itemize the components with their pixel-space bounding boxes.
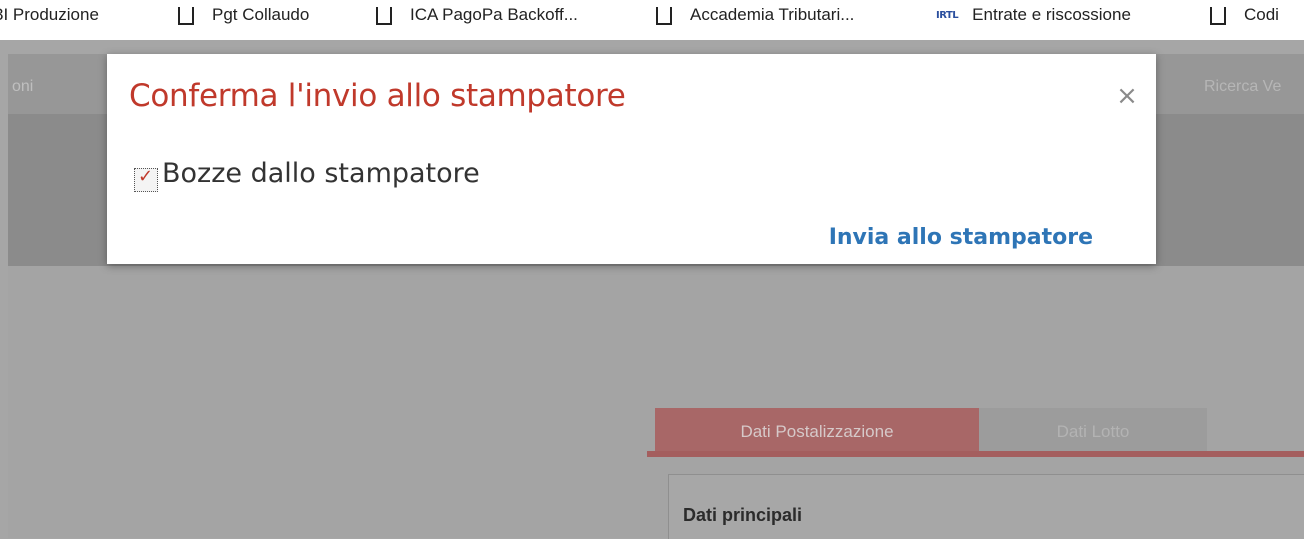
bookmark-3i-produzione[interactable]: 3I Produzione <box>0 5 99 25</box>
send-to-printer-button[interactable]: Invia allo stampatore <box>829 225 1093 250</box>
bookmark-label: Entrate e riscossione <box>972 5 1131 24</box>
bozze-checkbox-row[interactable]: ✓ Bozze dallo stampatore <box>134 158 480 192</box>
tab-dati-lotto[interactable]: Dati Lotto <box>979 408 1207 456</box>
bookmark-label: Codi <box>1244 5 1279 24</box>
bookmark-label: Accademia Tributari... <box>690 5 855 24</box>
irtl-logo-icon: IRTL <box>936 9 959 21</box>
tab-label: Dati Lotto <box>1056 422 1130 441</box>
nav-item-ricerca[interactable]: Ricerca Ve <box>1204 78 1281 96</box>
checkmark-icon: ✓ <box>138 165 154 187</box>
close-icon[interactable]: × <box>1115 82 1139 110</box>
nav-item-left[interactable]: oni <box>12 78 33 96</box>
tab-label: Dati Postalizzazione <box>740 422 894 441</box>
bookmark-folder-icon <box>376 7 392 25</box>
bookmark-accademia-tributaria[interactable]: Accademia Tributari... <box>656 5 854 25</box>
dialog-title: Conferma l'invio allo stampatore <box>129 78 626 114</box>
bookmark-codi[interactable]: Codi <box>1210 5 1279 25</box>
bozze-checkbox[interactable]: ✓ <box>134 165 158 192</box>
checkbox-label[interactable]: Bozze dallo stampatore <box>162 158 480 189</box>
bookmark-label: 3I Produzione <box>0 5 99 24</box>
bookmark-entrate-riscossione[interactable]: IRTL Entrate e riscossione <box>936 5 1131 25</box>
bookmark-folder-icon <box>1210 7 1226 25</box>
bookmark-ica-pagopa[interactable]: ICA PagoPa Backoff... <box>376 5 578 25</box>
tab-dati-postalizzazione[interactable]: Dati Postalizzazione <box>655 408 979 456</box>
bookmark-label: ICA PagoPa Backoff... <box>410 5 578 24</box>
dati-principali-panel: Dati principali <box>668 474 1304 539</box>
bookmark-pgt-collaudo[interactable]: Pgt Collaudo <box>178 5 309 25</box>
bookmark-folder-icon <box>656 7 672 25</box>
panel-title: Dati principali <box>683 505 803 525</box>
tab-underline <box>647 451 1304 457</box>
bookmark-folder-icon <box>178 7 194 25</box>
bookmark-label: Pgt Collaudo <box>212 5 310 24</box>
bookmarks-bar: 3I Produzione Pgt Collaudo ICA PagoPa Ba… <box>0 0 1304 40</box>
confirm-print-dialog: Conferma l'invio allo stampatore × ✓ Boz… <box>107 54 1156 264</box>
